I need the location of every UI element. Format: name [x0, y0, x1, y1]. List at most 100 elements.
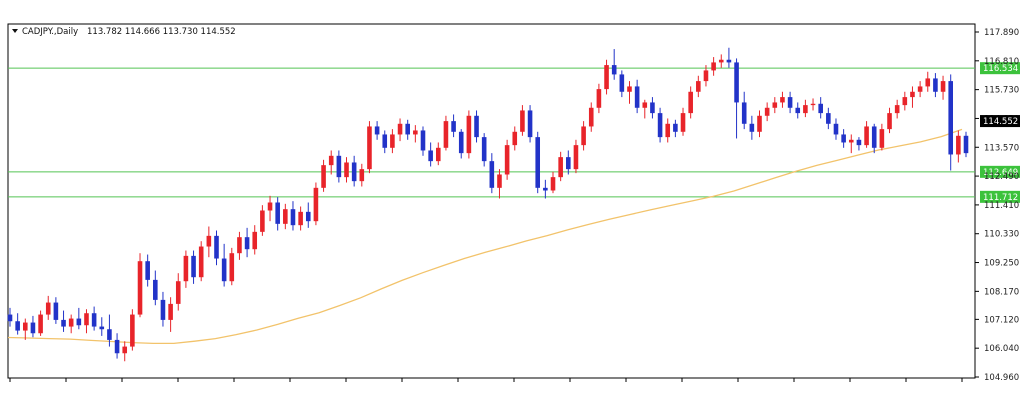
- candle-body: [290, 209, 296, 226]
- candle: [535, 131, 541, 194]
- candle-body: [481, 137, 487, 162]
- candle-body: [458, 131, 464, 154]
- candle-body: [917, 86, 923, 92]
- candle-body: [275, 202, 280, 224]
- candle-body: [749, 123, 755, 132]
- candle-body: [336, 155, 342, 178]
- symbol-label: CADJPY.,Daily: [22, 27, 78, 37]
- candle-body: [818, 103, 823, 114]
- candle-body: [963, 135, 969, 154]
- candle-body: [634, 86, 640, 108]
- y-tick-label: 104.960: [984, 373, 1019, 383]
- candle-body: [30, 322, 36, 334]
- y-tick-label: 109.250: [984, 259, 1019, 269]
- candle-body: [856, 139, 862, 146]
- candle-body: [894, 105, 900, 114]
- candle-body: [596, 89, 602, 108]
- candle-body: [122, 346, 128, 354]
- candle-body: [374, 126, 380, 135]
- candle-body: [397, 123, 403, 135]
- candle-body: [91, 313, 97, 327]
- candle-body: [848, 139, 854, 143]
- candle-body: [550, 177, 556, 191]
- y-tick-label: 112.490: [984, 172, 1019, 182]
- candle-body: [298, 211, 303, 226]
- candle-body: [879, 129, 885, 148]
- candle-body: [183, 255, 189, 282]
- candle-body: [168, 303, 173, 320]
- candle-body: [680, 113, 686, 132]
- candle-body: [413, 130, 418, 135]
- candle-body: [489, 161, 495, 188]
- y-tick-label: 117.890: [984, 28, 1019, 38]
- candle-body: [520, 110, 525, 132]
- candle-body: [53, 302, 59, 320]
- candle-body: [15, 321, 20, 331]
- candle-body: [221, 258, 227, 282]
- candle-body: [153, 279, 158, 300]
- candle-body: [351, 162, 357, 182]
- candle-body: [38, 314, 43, 334]
- candle-body: [61, 319, 66, 327]
- candle-body: [665, 123, 671, 138]
- candle-body: [948, 81, 953, 155]
- candle: [367, 121, 372, 174]
- candle-body: [512, 131, 518, 146]
- candle-body: [527, 110, 533, 138]
- candle-body: [558, 157, 563, 178]
- candle-body: [390, 134, 395, 148]
- candle-body: [588, 107, 594, 127]
- y-tick-label: 108.170: [984, 287, 1019, 297]
- candle-body: [198, 246, 204, 278]
- y-tick-label: 110.330: [984, 230, 1019, 240]
- candle-body: [573, 145, 579, 170]
- candle-body: [359, 169, 365, 182]
- candle-body: [604, 65, 609, 90]
- candle: [130, 309, 135, 351]
- candle-body: [267, 202, 273, 211]
- plot-frame: [7, 23, 976, 379]
- candle-body: [305, 211, 311, 222]
- candle-body: [283, 209, 288, 224]
- candle-body: [826, 113, 831, 124]
- candle-body: [642, 102, 648, 108]
- candle-body: [84, 313, 89, 326]
- y-tick-label: 107.120: [984, 315, 1019, 325]
- candle-body: [466, 115, 472, 154]
- candle-body: [428, 150, 433, 162]
- y-tick-label: 113.570: [984, 143, 1019, 153]
- candle-body: [367, 126, 372, 170]
- candle-body: [910, 91, 915, 98]
- candle-body: [382, 134, 388, 148]
- candle-body: [627, 86, 632, 92]
- candle-body: [887, 113, 892, 130]
- chart-header: CADJPY.,Daily 113.782 114.666 113.730 11…: [12, 27, 236, 37]
- candle-body: [45, 302, 51, 315]
- candle-body: [703, 70, 709, 82]
- candle-body: [130, 314, 135, 347]
- candle-body: [864, 126, 869, 146]
- candle-body: [718, 59, 724, 63]
- candle-body: [260, 210, 265, 232]
- candle: [527, 105, 533, 143]
- candle-body: [229, 253, 235, 282]
- candle-body: [833, 123, 839, 135]
- candle-body: [7, 314, 13, 322]
- candle-body: [344, 162, 349, 178]
- candle-body: [772, 102, 778, 108]
- candle-body: [405, 123, 410, 135]
- price-chart: 116.534112.649111.712 117.890116.810115.…: [7, 23, 1020, 383]
- candle-body: [107, 329, 112, 340]
- candle-body: [940, 81, 946, 92]
- ohlc-readout: 113.782 114.666 113.730 114.552: [87, 27, 236, 37]
- candle-body: [175, 281, 181, 304]
- candle-body: [925, 78, 931, 87]
- y-tick-label: 111.410: [984, 201, 1019, 211]
- candle-body: [711, 62, 716, 71]
- candle: [137, 253, 143, 318]
- candle-body: [504, 145, 510, 175]
- candle-body: [696, 81, 701, 92]
- y-tick-label: 116.810: [984, 57, 1019, 67]
- candle-body: [619, 74, 625, 92]
- candle-body: [543, 187, 548, 191]
